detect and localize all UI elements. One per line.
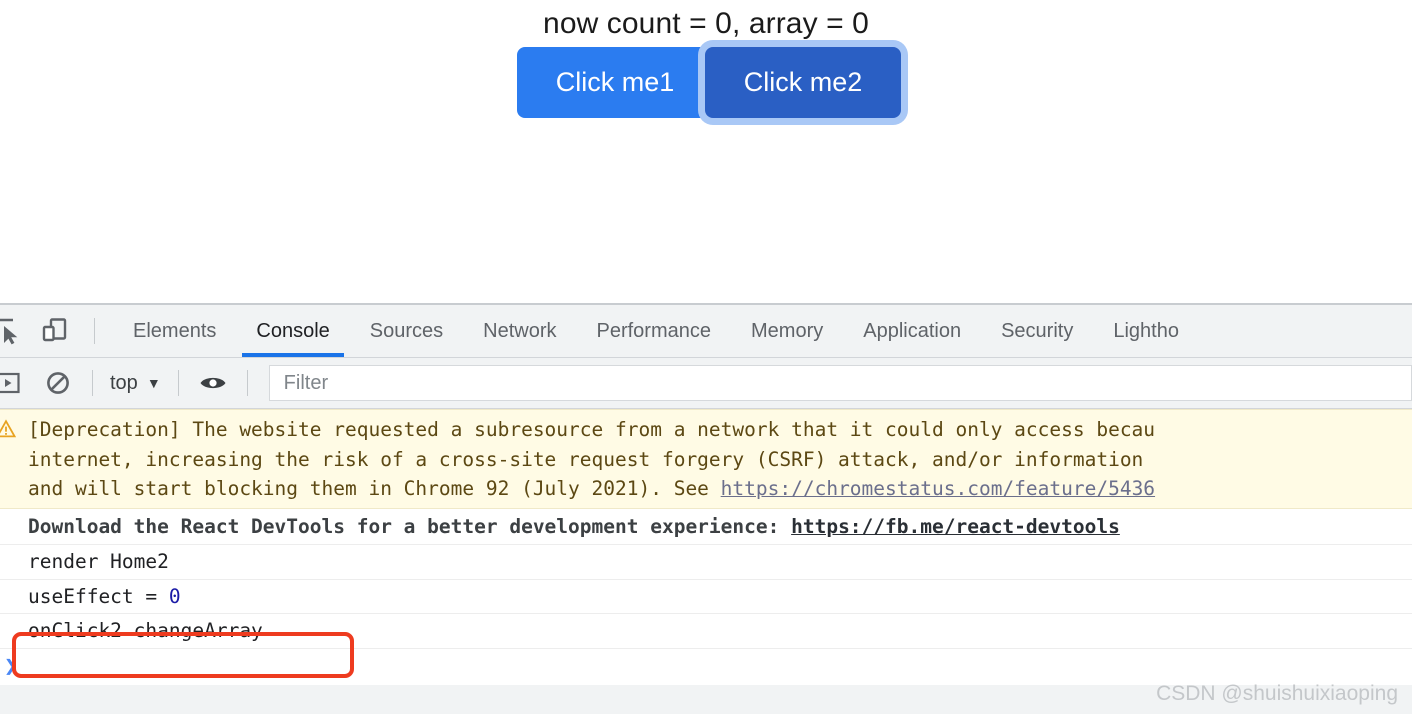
click-me2-button[interactable]: Click me2 <box>705 47 901 118</box>
devtools-tabbar: Elements Console Sources Network Perform… <box>0 305 1412 358</box>
react-devtools-text: Download the React DevTools for a better… <box>28 514 792 538</box>
console-message-useeffect[interactable]: useEffect = 0 <box>0 580 1412 614</box>
console-toolbar-divider-2 <box>177 370 179 396</box>
tab-application[interactable]: Application <box>843 305 981 357</box>
execution-context-selector[interactable]: top ▼ <box>110 372 161 395</box>
console-message-react-devtools[interactable]: Download the React DevTools for a better… <box>0 509 1412 545</box>
warning-line-1: [Deprecation] The website requested a su… <box>28 418 1156 441</box>
filter-placeholder: Filter <box>283 371 329 394</box>
tab-memory[interactable]: Memory <box>731 305 843 357</box>
warning-line-2: internet, increasing the risk of a cross… <box>28 447 1144 471</box>
chevron-down-icon: ▼ <box>146 375 161 391</box>
device-toolbar-icon[interactable] <box>38 314 72 348</box>
tab-elements[interactable]: Elements <box>113 305 236 357</box>
tab-sources[interactable]: Sources <box>350 305 463 357</box>
console-message-render-home2[interactable]: render Home2 <box>0 545 1412 580</box>
watermark: CSDN @shuishuixiaoping <box>1156 682 1398 705</box>
click-me2-button-wrapper: Click me2 <box>705 47 901 118</box>
console-toolbar: top ▼ Filter <box>0 358 1412 409</box>
console-toolbar-divider-1 <box>92 370 93 396</box>
console-prompt[interactable]: ❯ <box>0 648 1412 685</box>
console-toolbar-divider-3 <box>246 370 248 396</box>
button-row: Click me1 Click me2 <box>517 47 901 118</box>
execution-context-label: top <box>110 371 138 394</box>
toolbar-divider <box>94 318 95 344</box>
warning-line-3-text: and will start blocking them in Chrome 9… <box>28 477 721 500</box>
tab-security[interactable]: Security <box>981 305 1093 357</box>
click-me1-button[interactable]: Click me1 <box>517 47 713 118</box>
react-devtools-link[interactable]: https://fb.me/react-devtools <box>791 515 1120 538</box>
web-page-area: now count = 0, array = 0 Click me1 Click… <box>0 0 1412 303</box>
console-message-warning[interactable]: [Deprecation] The website requested a su… <box>0 409 1412 509</box>
live-expression-eye-icon[interactable] <box>196 366 230 400</box>
tab-lighthouse[interactable]: Lightho <box>1093 305 1199 357</box>
tab-performance[interactable]: Performance <box>577 305 732 357</box>
warning-triangle-icon <box>0 418 17 438</box>
clear-console-icon[interactable] <box>41 366 75 400</box>
useeffect-label: useEffect = <box>28 584 169 608</box>
console-message-onclick2[interactable]: onClick2 changeArray <box>0 614 1412 649</box>
inspect-element-icon[interactable] <box>0 314 25 348</box>
prompt-chevron-icon: ❯ <box>4 653 18 679</box>
tab-console[interactable]: Console <box>236 305 349 357</box>
filter-input[interactable]: Filter <box>268 365 1412 401</box>
console-sidebar-icon[interactable] <box>0 366 25 400</box>
console-message-list: [Deprecation] The website requested a su… <box>0 409 1412 649</box>
useeffect-value: 0 <box>168 584 181 608</box>
chromestatus-link[interactable]: https://chromestatus.com/feature/5436 <box>721 477 1155 500</box>
warning-line-3: and will start blocking them in Chrome 9… <box>28 474 1412 504</box>
page-title: now count = 0, array = 0 <box>543 7 869 40</box>
tab-network[interactable]: Network <box>463 305 576 357</box>
devtools-panel: Elements Console Sources Network Perform… <box>0 303 1412 714</box>
